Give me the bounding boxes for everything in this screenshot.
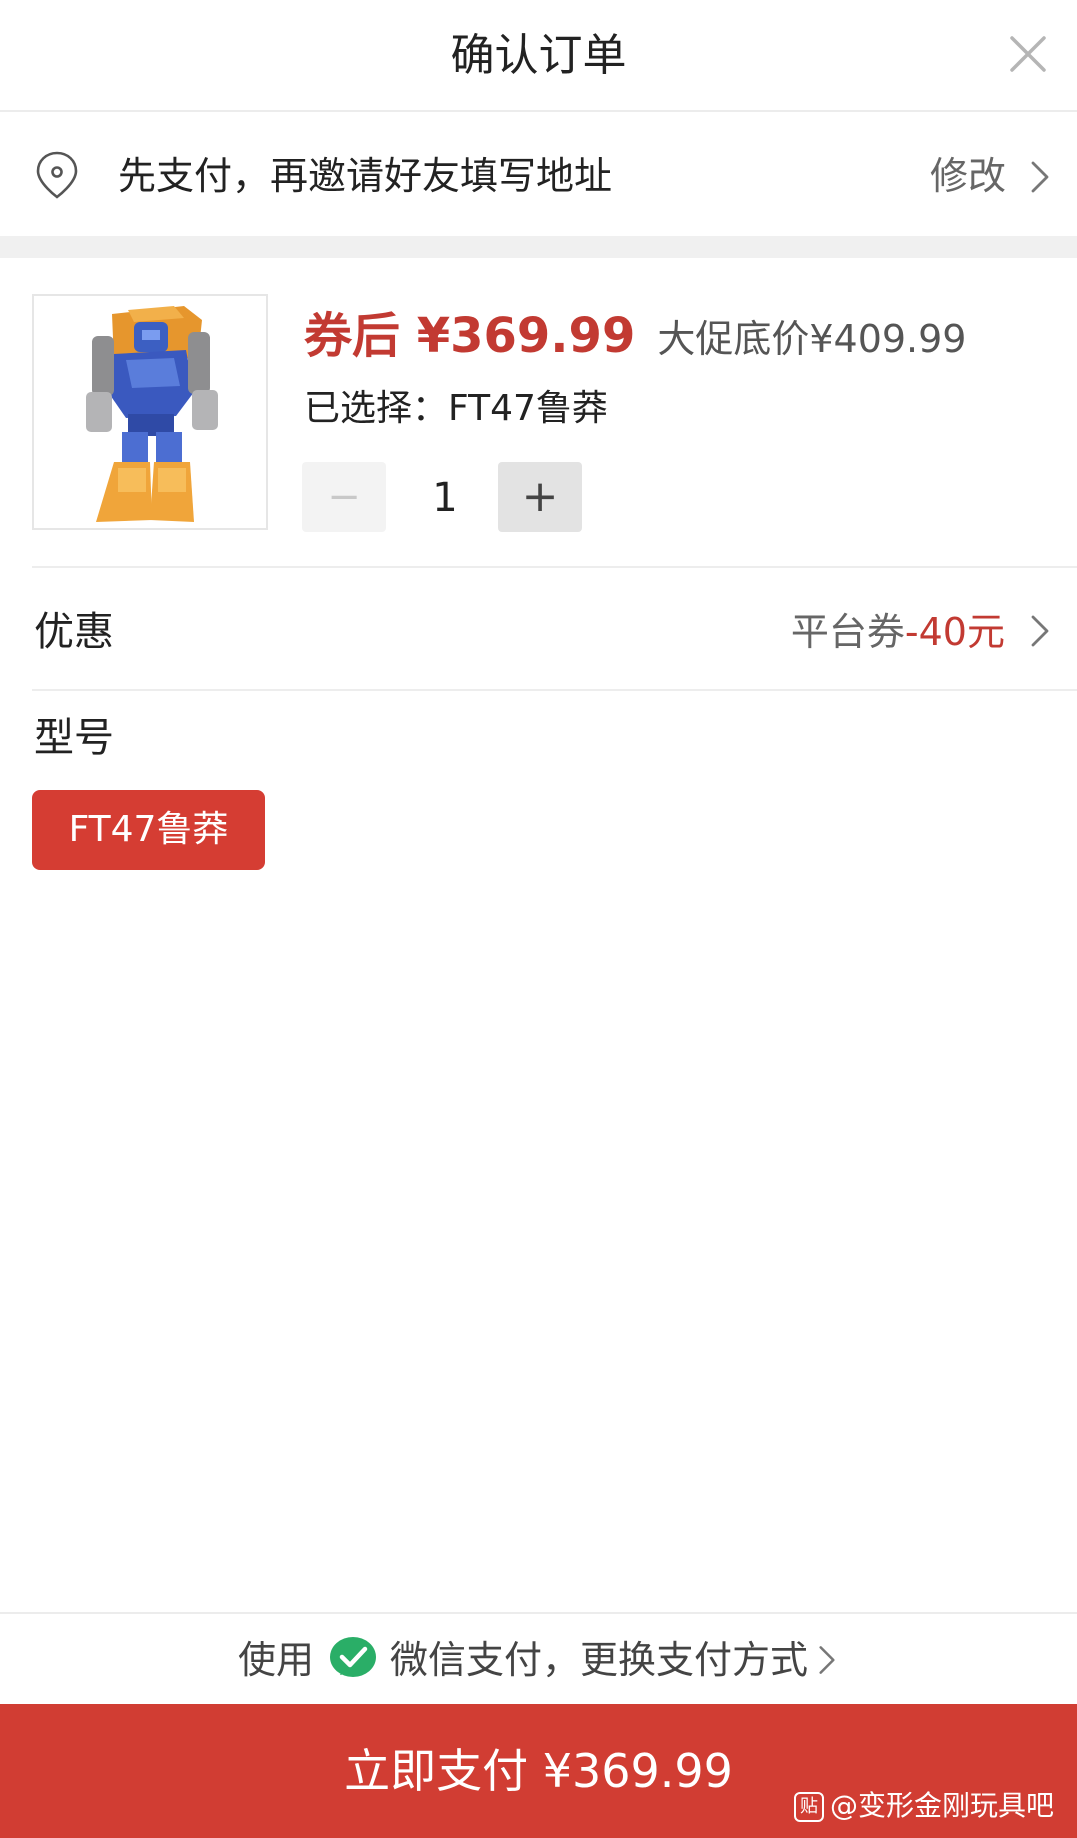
tieba-badge-icon: 贴 [794,1792,824,1822]
address-edit-link[interactable]: 修改 [930,150,1006,202]
robot-toy-image [86,306,218,522]
quantity-increase-button[interactable]: + [498,462,582,532]
chevron-right-icon [1031,161,1049,193]
address-prompt-text: 先支付，再邀请好友填写地址 [118,154,613,198]
wechat-pay-icon [330,1636,377,1677]
chevron-right-icon [819,1646,835,1674]
discount-type: 平台券 [790,610,905,654]
watermark: 贴 @变形金刚玩具吧 [794,1786,1054,1826]
quantity-decrease-button[interactable]: − [302,462,386,532]
payment-method-selector[interactable]: 使用 微信支付，更换支付方式 [0,1612,1077,1704]
model-label: 型号 [34,715,114,761]
payment-prefix: 使用 [238,1638,315,1682]
page-title: 确认订单 [450,30,627,81]
quantity-value: 1 [432,475,458,521]
payment-method-text: 微信支付，更换支付方式 [390,1638,809,1682]
header-bar: 确认订单 [0,0,1077,112]
selected-variant-text: 已选择：FT47鲁莽 [304,388,608,429]
model-option-chip[interactable]: FT47鲁莽 [32,790,265,870]
promo-price: 大促底价¥409.99 [657,317,967,361]
payment-method-line: 使用 微信支付，更换支付方式 [238,1634,808,1686]
price-after-coupon: 券后 ¥369.99 [304,308,636,364]
close-icon[interactable] [1004,30,1052,78]
chevron-right-icon [1031,615,1049,647]
section-separator [0,236,1077,258]
discount-label: 优惠 [34,609,114,655]
product-image [32,294,268,530]
discount-selector[interactable]: 平台券-40元 [791,606,1005,658]
divider [32,566,1077,568]
price-line: 券后 ¥369.99 大促底价¥409.99 [304,296,966,366]
watermark-text: @变形金刚玩具吧 [830,1789,1055,1822]
divider [32,689,1077,691]
order-confirm-page: 确认订单 先支付，再邀请好友填写地址 修改 券后 ¥369.99 大促底价¥40… [0,0,1077,1838]
discount-amount: -40元 [904,610,1005,654]
location-pin-icon [36,151,78,199]
